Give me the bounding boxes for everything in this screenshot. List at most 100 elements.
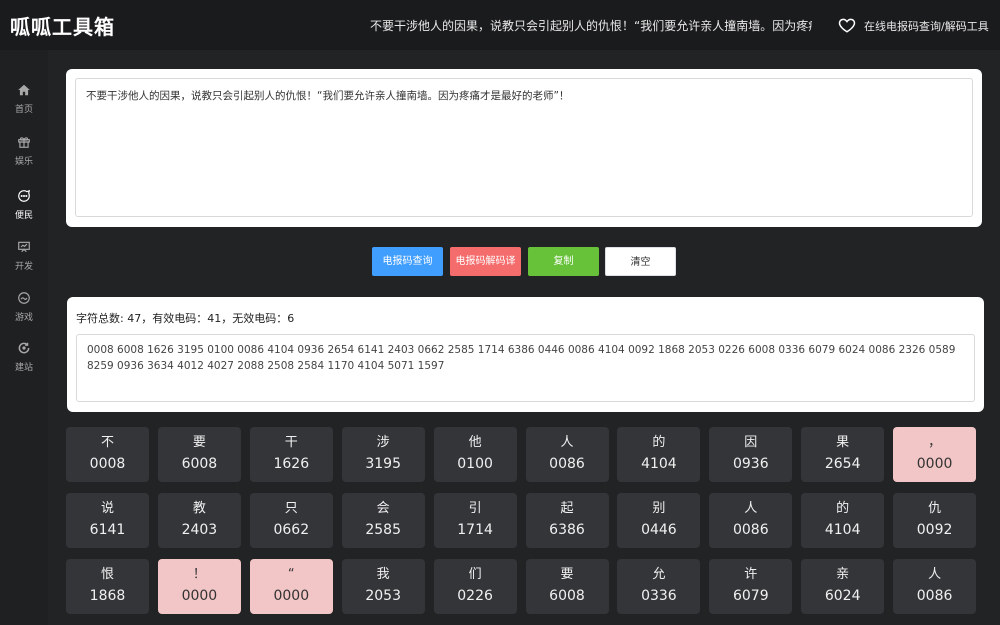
result-panel: 字符总数: 47，有效电码：41，无效电码：6 0008 6008 1626 3… (67, 297, 984, 412)
char-code-cell[interactable]: 的 4104 (801, 493, 885, 549)
copy-button[interactable]: 复制 (528, 247, 599, 276)
cell-character: 干 (284, 435, 298, 450)
cell-character: 引 (468, 501, 482, 517)
char-code-cell[interactable]: 亲 6024 (801, 559, 885, 615)
char-code-cell[interactable]: 起 6386 (525, 493, 609, 549)
char-code-cell[interactable]: ！ 0000 (157, 559, 241, 615)
char-code-cell[interactable]: 不 0008 (66, 427, 149, 482)
char-code-cell[interactable]: 人 0086 (525, 427, 609, 482)
char-code-cell[interactable]: 人 0086 (893, 559, 977, 615)
char-code-cell[interactable]: 人 0086 (709, 493, 793, 549)
char-code-cell[interactable]: 们 0226 (433, 559, 517, 615)
cell-character: 的 (652, 435, 666, 450)
char-code-cell[interactable]: ， 0000 (893, 427, 977, 482)
char-code-cell[interactable]: 只 0662 (249, 493, 333, 549)
heart-icon[interactable] (838, 16, 856, 34)
cell-code: 2053 (365, 588, 401, 605)
cell-character: 他 (468, 435, 482, 450)
sidebar-item-entertainment[interactable]: 娱乐 (0, 135, 48, 179)
char-code-cell[interactable]: 要 6008 (157, 427, 241, 482)
cell-character: 只 (284, 501, 298, 517)
sidebar-item-site-building[interactable]: 建站 (0, 341, 48, 385)
text-input[interactable]: 不要干涉他人的因果，说教只会引起别人的仇恨！“我们要允许亲人撞南墙。因为疼痛才是… (75, 78, 973, 217)
char-code-cell[interactable]: “ 0000 (249, 559, 333, 615)
cell-code: 0008 (89, 456, 126, 472)
sidebar-item-convenience[interactable]: 便民 (0, 189, 48, 233)
cell-code: 0000 (181, 588, 218, 605)
char-code-cell[interactable]: 许 6079 (709, 559, 793, 615)
cell-character: 要 (560, 567, 574, 583)
top-bar: 呱呱工具箱 不要干涉他人的因果，说教只会引起别人的仇恨！“我们要允许亲人撞南墙。… (0, 0, 1000, 50)
sidebar-item-label: 开发 (14, 262, 33, 272)
home-icon (18, 84, 30, 96)
cell-code: 0086 (916, 588, 953, 605)
cell-character: 起 (560, 501, 574, 517)
char-code-cell[interactable]: 要 6008 (525, 559, 609, 615)
cell-character: 说 (100, 501, 114, 517)
query-button[interactable]: 电报码查询 (372, 247, 443, 276)
char-code-cell[interactable]: 我 2053 (341, 559, 425, 615)
cell-code: 0226 (457, 588, 493, 605)
cell-character: 人 (744, 501, 758, 517)
refresh-icon (18, 342, 30, 354)
cell-character: 会 (376, 501, 390, 517)
char-code-cell[interactable]: 说 6141 (66, 493, 149, 549)
cell-character: 因 (744, 435, 758, 450)
page-title-link[interactable]: 在线电报码查询/解码工具 (864, 18, 989, 34)
cell-code: 2585 (365, 522, 401, 539)
char-code-cell[interactable]: 仇 0092 (893, 493, 977, 549)
presentation-icon (18, 241, 30, 253)
char-code-cell[interactable]: 允 0336 (617, 559, 701, 615)
cell-character: 我 (376, 567, 390, 583)
cell-character: “ (287, 567, 295, 583)
cell-character: 许 (744, 567, 758, 583)
char-code-cell[interactable]: 教 2403 (157, 493, 241, 549)
cell-character: 教 (192, 501, 206, 517)
char-code-cell[interactable]: 引 1714 (433, 493, 517, 549)
cell-code: 0000 (273, 588, 310, 605)
char-code-cell[interactable]: 会 2585 (341, 493, 425, 549)
cell-code: 1626 (273, 456, 310, 472)
cell-code: 6024 (824, 588, 861, 605)
cell-character: 恨 (100, 567, 114, 583)
gamepad-icon (18, 292, 30, 304)
cell-code: 2403 (181, 522, 218, 539)
cell-code: 0936 (732, 456, 769, 472)
sidebar-item-home[interactable]: 首页 (0, 83, 48, 127)
cell-character: 人 (928, 567, 942, 583)
cell-character: ！ (192, 567, 206, 583)
gift-icon (18, 137, 30, 148)
cell-code: 4104 (641, 456, 677, 472)
char-code-cell[interactable]: 恨 1868 (66, 559, 149, 615)
sidebar-item-develop[interactable]: 开发 (0, 240, 48, 284)
clear-button[interactable]: 清空 (605, 247, 676, 276)
char-code-cell[interactable]: 涉 3195 (341, 427, 425, 482)
cell-code: 6141 (89, 522, 126, 539)
cell-character: 不 (100, 435, 114, 450)
cell-code: 0086 (732, 522, 769, 539)
codes-output[interactable]: 0008 6008 1626 3195 0100 0086 4104 0936 … (76, 334, 975, 402)
input-panel: 不要干涉他人的因果，说教只会引起别人的仇恨！“我们要允许亲人撞南墙。因为疼痛才是… (66, 69, 982, 227)
cell-code: 4104 (824, 522, 861, 539)
cell-code: 0336 (641, 588, 677, 605)
cell-character: 涉 (376, 435, 390, 450)
cell-character: ， (928, 435, 942, 450)
char-code-cell[interactable]: 干 1626 (249, 427, 333, 482)
char-code-cell[interactable]: 因 0936 (709, 427, 793, 482)
cell-character: 亲 (836, 567, 850, 583)
char-code-cell[interactable]: 的 4104 (617, 427, 701, 482)
char-code-cell[interactable]: 果 2654 (801, 427, 885, 482)
sidebar-item-label: 首页 (14, 105, 33, 115)
chat-icon (18, 189, 31, 202)
decode-button[interactable]: 电报码解码译 (450, 247, 521, 276)
site-logo[interactable]: 呱呱工具箱 (10, 11, 115, 40)
char-code-cell[interactable]: 他 0100 (433, 427, 517, 482)
sidebar-item-games[interactable]: 游戏 (0, 291, 48, 335)
cell-code: 0662 (273, 522, 310, 539)
cell-code: 3195 (365, 456, 401, 472)
char-code-cell[interactable]: 别 0446 (617, 493, 701, 549)
cell-code: 0092 (916, 522, 953, 539)
cell-character: 的 (836, 501, 850, 517)
cell-code: 0446 (641, 522, 677, 539)
cell-code: 1714 (457, 522, 493, 539)
